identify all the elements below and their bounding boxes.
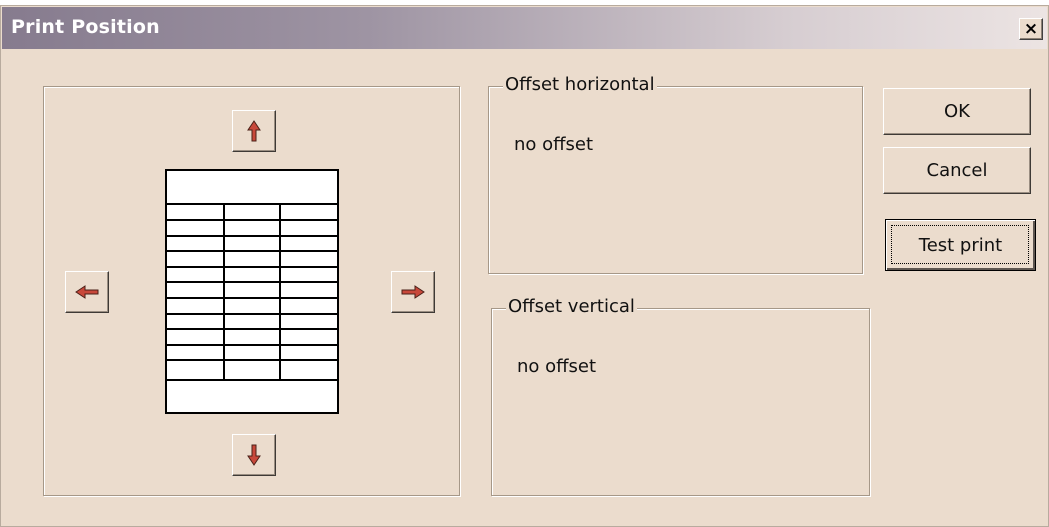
close-button[interactable]: × <box>1019 18 1043 40</box>
ok-button-label: OK <box>944 101 970 122</box>
offset-horizontal-label: Offset horizontal <box>503 74 657 95</box>
close-icon: × <box>1023 18 1039 39</box>
page-preview <box>165 169 339 414</box>
offset-horizontal-value: no offset <box>514 134 594 155</box>
window-title: Print Position <box>11 16 160 38</box>
offset-vertical-value: no offset <box>517 356 597 377</box>
ok-button[interactable]: OK <box>883 88 1031 135</box>
offset-horizontal-group: Offset horizontal no offset <box>488 74 863 274</box>
test-print-button[interactable]: Test print <box>885 219 1036 271</box>
move-up-button[interactable] <box>232 110 276 152</box>
cancel-button-label: Cancel <box>926 160 988 181</box>
test-print-button-label: Test print <box>918 234 1003 256</box>
move-down-button[interactable] <box>232 434 276 476</box>
move-right-button[interactable] <box>391 271 435 313</box>
page-table-preview-icon <box>167 203 337 381</box>
arrow-right-icon <box>401 285 425 299</box>
arrow-down-icon <box>247 444 261 466</box>
print-position-dialog: Print Position × Offset horizontal no of… <box>0 5 1049 527</box>
move-left-button[interactable] <box>65 271 109 313</box>
offset-vertical-group: Offset vertical no offset <box>491 296 870 496</box>
arrow-left-icon <box>75 285 99 299</box>
title-bar[interactable]: Print Position × <box>2 7 1047 49</box>
offset-vertical-label: Offset vertical <box>506 296 637 317</box>
cancel-button[interactable]: Cancel <box>883 147 1031 194</box>
arrow-up-icon <box>247 120 261 142</box>
